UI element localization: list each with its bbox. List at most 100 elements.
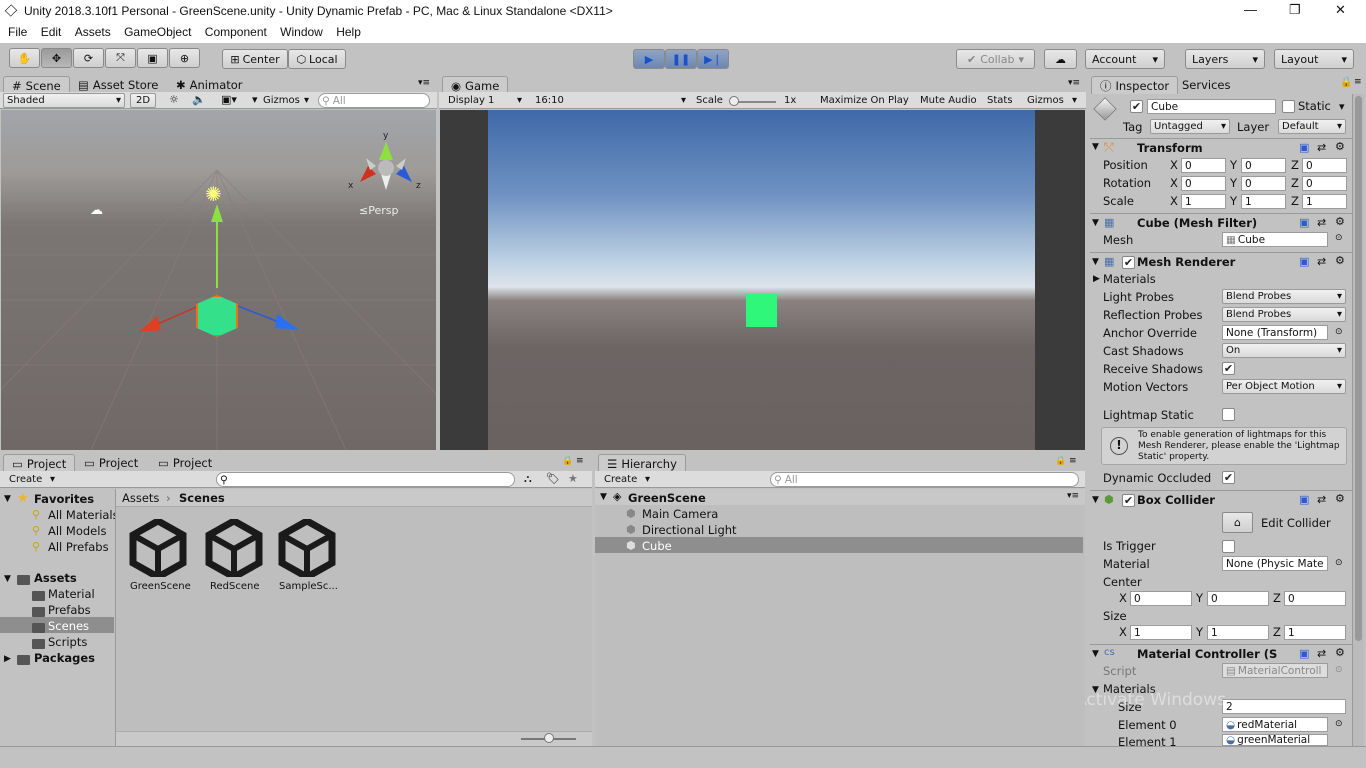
foldout-arrow-icon[interactable]: ▶	[4, 654, 11, 664]
settings-gear-icon[interactable]: ⚙	[1335, 492, 1345, 505]
minimize-icon[interactable]: —	[1244, 2, 1257, 17]
breadcrumb-assets[interactable]: Assets	[122, 491, 159, 505]
foldout-arrow-icon[interactable]: ▼	[1092, 495, 1099, 505]
object-picker-icon[interactable]: ⊙	[1335, 665, 1343, 675]
favorite-all-materials[interactable]: All Materials	[48, 508, 119, 522]
scale-z[interactable]: 1	[1302, 194, 1347, 209]
foldout-arrow-icon[interactable]: ▼	[1092, 257, 1099, 267]
scene-asset-redscene[interactable]: RedScene	[204, 516, 268, 599]
game-gizmos-dropdown[interactable]: Gizmos ▾	[1024, 93, 1080, 108]
is-trigger-checkbox[interactable]	[1222, 540, 1235, 553]
panel-menu-icon[interactable]: ≡	[1069, 456, 1077, 466]
foldout-arrow-icon[interactable]: ▼	[1092, 649, 1099, 659]
stats-toggle[interactable]: Stats	[987, 95, 1013, 106]
foldout-arrow-icon[interactable]: ▶	[1093, 274, 1100, 284]
size-y[interactable]: 1	[1207, 625, 1269, 640]
active-checkbox[interactable]: ✔	[1130, 100, 1143, 113]
scrollbar-thumb[interactable]	[1355, 96, 1362, 641]
favorites-label[interactable]: Favorites	[34, 492, 94, 506]
restore-icon[interactable]: ❐	[1289, 2, 1301, 18]
dynamic-occluded-checkbox[interactable]: ✔	[1222, 471, 1235, 484]
shading-dropdown[interactable]: Shaded ▾	[3, 93, 125, 108]
receive-shadows-checkbox[interactable]: ✔	[1222, 362, 1235, 375]
scrollbar[interactable]	[1352, 94, 1364, 746]
static-dropdown-icon[interactable]: ▾	[1339, 100, 1345, 113]
menu-assets[interactable]: Assets	[71, 23, 115, 39]
mesh-field[interactable]: ▦ Cube	[1222, 232, 1328, 247]
scene-search-input[interactable]: ⚲ All	[318, 93, 430, 108]
foldout-arrow-icon[interactable]: ▼	[1092, 218, 1099, 228]
mute-audio-toggle[interactable]: Mute Audio	[920, 95, 977, 106]
center-y[interactable]: 0	[1207, 591, 1269, 606]
menu-gameobject[interactable]: GameObject	[120, 23, 195, 39]
settings-gear-icon[interactable]: ⚙	[1335, 215, 1345, 228]
step-button[interactable]: ▶❘	[697, 49, 729, 69]
scene-viewport[interactable]: y x z ≤Persp ☁ ✺	[1, 110, 436, 450]
audio-icon[interactable]: 🔈	[192, 93, 206, 106]
rotation-y[interactable]: 0	[1241, 176, 1286, 191]
menu-file[interactable]: File	[4, 23, 31, 39]
tab-project-1[interactable]: ▭ Project	[3, 454, 76, 472]
position-z[interactable]: 0	[1302, 158, 1347, 173]
preset-icon[interactable]: ⇄	[1317, 141, 1326, 154]
help-icon[interactable]: ▣	[1299, 493, 1309, 506]
breadcrumb-scenes[interactable]: Scenes	[179, 491, 225, 505]
collab-button[interactable]: ✔ Collab ▾	[956, 49, 1035, 69]
anchor-override-field[interactable]: None (Transform)	[1222, 325, 1328, 340]
pause-button[interactable]: ❚❚	[665, 49, 697, 69]
light-probes-dropdown[interactable]: Blend Probes ▾	[1222, 289, 1346, 304]
materials-foldout[interactable]: Materials	[1103, 272, 1156, 286]
help-icon[interactable]: ▣	[1299, 647, 1309, 660]
account-dropdown[interactable]: Account ▾	[1085, 49, 1165, 69]
lock-icon[interactable]: 🔒	[1055, 456, 1066, 466]
object-picker-icon[interactable]: ⊙	[1335, 719, 1343, 729]
scale-slider-thumb[interactable]	[729, 96, 739, 106]
pivot-center-button[interactable]: ⊞ Center	[222, 49, 288, 69]
folder-scenes[interactable]: Scenes	[48, 619, 89, 633]
foldout-arrow-icon[interactable]: ▼	[4, 494, 11, 504]
position-x[interactable]: 0	[1181, 158, 1226, 173]
hierarchy-item-directional-light[interactable]: Directional Light	[642, 523, 737, 537]
box-collider-enabled-checkbox[interactable]: ✔	[1122, 494, 1135, 507]
cloud-button[interactable]: ☁	[1044, 49, 1077, 69]
panel-menu-icon[interactable]: ▾≡	[1068, 78, 1080, 88]
object-picker-icon[interactable]: ⊙	[1335, 558, 1343, 568]
tab-inspector[interactable]: ⓘ Inspector	[1091, 76, 1179, 94]
panel-menu-icon[interactable]: ≡	[1354, 77, 1362, 87]
settings-gear-icon[interactable]: ⚙	[1335, 254, 1345, 267]
preset-icon[interactable]: ⇄	[1317, 647, 1326, 660]
persp-label[interactable]: ≤Persp	[359, 204, 398, 217]
play-button[interactable]: ▶	[633, 49, 665, 69]
rect-tool-icon[interactable]: ▣	[137, 48, 168, 68]
preset-icon[interactable]: ⇄	[1317, 255, 1326, 268]
layer-dropdown[interactable]: Default ▾	[1278, 119, 1346, 134]
scale-y[interactable]: 1	[1241, 194, 1286, 209]
assets-folder[interactable]: Assets	[34, 571, 77, 585]
foldout-arrow-icon[interactable]: ▼	[4, 574, 11, 584]
foldout-arrow-icon[interactable]: ▼	[600, 492, 607, 502]
filter-by-label-icon[interactable]: 🏷	[546, 472, 560, 485]
menu-window[interactable]: Window	[276, 23, 327, 39]
size-x[interactable]: 1	[1130, 625, 1192, 640]
display-dropdown[interactable]: Display 1 ▾	[445, 93, 525, 108]
orientation-gizmo[interactable]: y x z	[346, 130, 426, 200]
scale-x[interactable]: 1	[1181, 194, 1226, 209]
panel-menu-icon[interactable]: ≡	[576, 456, 584, 466]
folder-scripts[interactable]: Scripts	[48, 635, 87, 649]
layers-dropdown[interactable]: Layers ▾	[1185, 49, 1265, 69]
motion-vectors-dropdown[interactable]: Per Object Motion ▾	[1222, 379, 1346, 394]
filter-by-type-icon[interactable]: ⛬	[524, 472, 532, 486]
menu-edit[interactable]: Edit	[37, 23, 66, 39]
scene-asset-greenscene[interactable]: GreenScene	[128, 516, 192, 599]
size-z[interactable]: 1	[1284, 625, 1346, 640]
scene-menu-icon[interactable]: ▾≡	[1067, 491, 1079, 501]
tab-project-2[interactable]: ▭ Project	[76, 454, 146, 472]
hierarchy-item-main-camera[interactable]: Main Camera	[642, 507, 718, 521]
pivot-local-button[interactable]: ⬡ Local	[288, 49, 346, 69]
layout-dropdown[interactable]: Layout ▾	[1274, 49, 1354, 69]
preset-icon[interactable]: ⇄	[1317, 493, 1326, 506]
rotate-tool-icon[interactable]: ⟳	[73, 48, 104, 68]
hierarchy-item-cube[interactable]: Cube	[642, 539, 672, 553]
favorite-all-models[interactable]: All Models	[48, 524, 106, 538]
favorite-star-icon[interactable]: ★	[568, 472, 578, 485]
